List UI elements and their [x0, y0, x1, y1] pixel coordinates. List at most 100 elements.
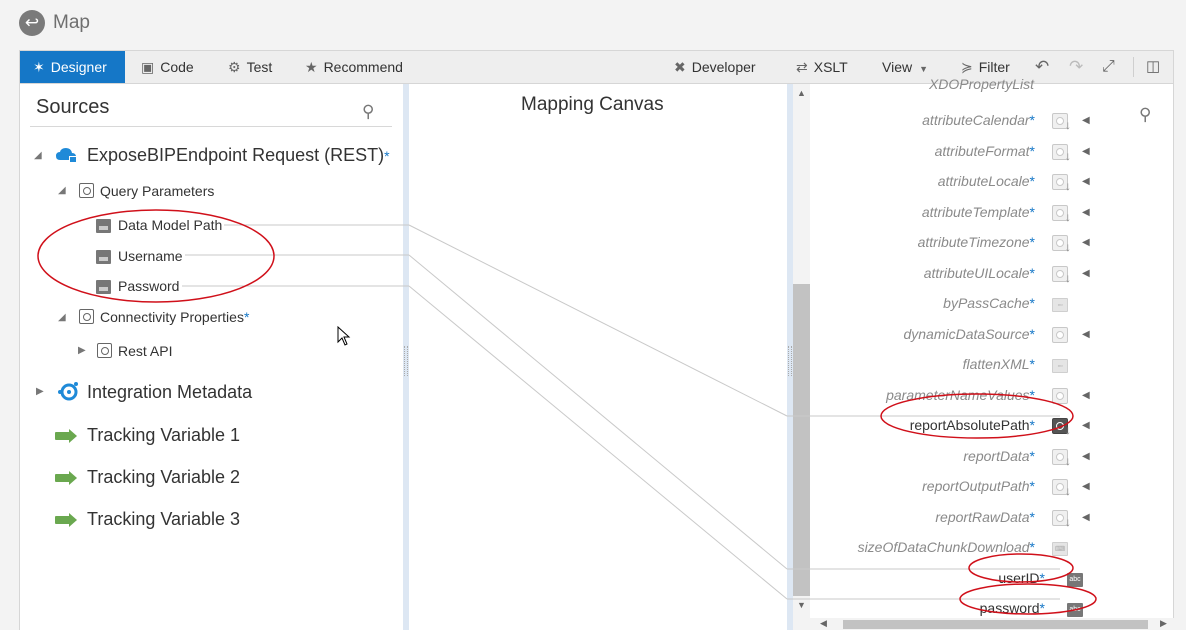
target-item-label: reportAbsolutePath — [909, 417, 1030, 433]
expand-triangle-icon[interactable]: ▶ — [36, 386, 44, 397]
canvas-title: Mapping Canvas — [521, 94, 664, 115]
required-marker: * — [1029, 448, 1035, 464]
target-item-text: dynamicDataSource* — [903, 326, 1035, 342]
connectivity-properties[interactable]: Connectivity Properties* — [100, 309, 249, 325]
required-marker: * — [1029, 295, 1035, 311]
target-item[interactable]: reportRawData* ↓ ◀ — [793, 509, 1174, 533]
string-type-icon: abc — [1067, 573, 1083, 587]
target-item[interactable]: sizeOfDataChunkDownload* ⌨ — [793, 539, 1174, 563]
source-password[interactable]: Password — [118, 278, 179, 294]
target-item-label: reportOutputPath — [922, 478, 1030, 494]
required-marker: * — [1029, 265, 1035, 281]
expand-left-icon[interactable]: ◀ — [1082, 207, 1090, 218]
xslt-icon: ⇄ — [796, 59, 808, 75]
expand-left-icon[interactable]: ◀ — [1082, 268, 1090, 279]
target-item[interactable]: password* abc — [793, 600, 1174, 624]
mapping-canvas[interactable]: Mapping Canvas — [409, 84, 787, 630]
target-item[interactable]: attributeTemplate* ↓ ◀ — [793, 204, 1174, 228]
developer-button[interactable]: ✖ Developer — [674, 51, 756, 83]
expand-triangle-icon[interactable]: ▶ — [78, 345, 86, 356]
divider — [30, 126, 392, 127]
expand-left-icon[interactable]: ◀ — [1082, 237, 1090, 248]
down-arrow-icon: ↓ — [1065, 179, 1071, 193]
tab-test[interactable]: ⚙ Test — [228, 51, 272, 83]
expand-left-icon[interactable]: ◀ — [1082, 451, 1090, 462]
required-marker: * — [384, 148, 390, 164]
expand-left-icon[interactable]: ◀ — [1082, 329, 1090, 340]
panel-toggle-icon[interactable]: ◫ — [1146, 51, 1160, 83]
down-arrow-icon: ↓ — [1065, 484, 1071, 498]
integration-metadata-icon — [56, 381, 80, 403]
target-panel: ▲ ▼ ◀ ▶ ⚲ XDOPropertyList attributeCalen… — [793, 76, 1174, 630]
expand-left-icon[interactable]: ◀ — [1082, 176, 1090, 187]
target-item[interactable]: flattenXML* ▫▫ — [793, 356, 1174, 380]
collapse-triangle-icon[interactable]: ◢ — [34, 150, 42, 161]
expand-icon[interactable]: ⤢ — [1102, 51, 1115, 83]
query-parameters[interactable]: Query Parameters — [100, 183, 214, 199]
tracking-variable-icon — [55, 513, 77, 527]
expand-left-icon[interactable]: ◀ — [1082, 146, 1090, 157]
chevron-down-icon: ▼ — [919, 64, 929, 74]
filter-label: Filter — [978, 59, 1010, 75]
down-arrow-icon: ↓ — [1065, 271, 1071, 285]
redo-icon[interactable]: ↷ — [1069, 51, 1083, 83]
target-item[interactable]: attributeUILocale* ↓ ◀ — [793, 265, 1174, 289]
target-item-text: attributeTimezone* — [918, 234, 1035, 250]
required-marker: * — [1029, 509, 1035, 525]
target-item[interactable]: reportAbsolutePath* ↓ ◀ — [793, 417, 1174, 441]
target-item-text: password* — [980, 600, 1045, 616]
xslt-button[interactable]: ⇄ XSLT — [796, 51, 848, 83]
target-item-text: reportData* — [963, 448, 1035, 464]
target-item[interactable]: byPassCache* ▫▫ — [793, 295, 1174, 319]
sources-panel: Sources ⚲ ◢ ExposeBIPEndpoint Request (R… — [19, 84, 403, 630]
source-username[interactable]: Username — [118, 248, 183, 264]
down-arrow-icon: ↓ — [1065, 454, 1071, 468]
expand-left-icon[interactable]: ◀ — [1082, 115, 1090, 126]
tab-designer-label: Designer — [50, 59, 107, 75]
required-marker: * — [1029, 326, 1035, 342]
source-tracking-variable-3[interactable]: Tracking Variable 3 — [87, 509, 240, 530]
expand-left-icon[interactable]: ◀ — [1082, 420, 1090, 431]
collapse-triangle-icon[interactable]: ◢ — [58, 185, 66, 196]
target-item[interactable]: dynamicDataSource* ◀ — [793, 326, 1174, 350]
target-item[interactable]: reportOutputPath* ↓ ◀ — [793, 478, 1174, 502]
target-item-text: reportRawData* — [935, 509, 1035, 525]
target-item[interactable]: parameterNameValues* ◀ — [793, 387, 1174, 411]
required-marker: * — [1029, 143, 1035, 159]
expand-left-icon[interactable]: ◀ — [1082, 512, 1090, 523]
down-arrow-icon: ↓ — [1065, 210, 1071, 224]
tab-recommend[interactable]: ★ Recommend — [305, 51, 403, 83]
collapse-triangle-icon[interactable]: ◢ — [58, 312, 66, 323]
search-icon[interactable]: ⚲ — [362, 102, 374, 122]
target-item[interactable]: userID* abc — [793, 570, 1174, 594]
scroll-up-icon[interactable]: ▲ — [797, 88, 806, 98]
tab-code[interactable]: ▣ Code — [141, 51, 194, 83]
source-rest-api[interactable]: Rest API — [118, 343, 172, 359]
source-tracking-variable-2[interactable]: Tracking Variable 2 — [87, 467, 240, 488]
target-item-text: reportAbsolutePath* — [910, 417, 1035, 433]
view-dropdown[interactable]: View ▼ — [882, 51, 934, 83]
source-integration-metadata[interactable]: Integration Metadata — [87, 382, 252, 403]
undo-icon[interactable]: ↶ — [1035, 51, 1049, 83]
back-arrow-icon[interactable]: ↩ — [19, 10, 45, 36]
target-item[interactable]: attributeTimezone* ↓ ◀ — [793, 234, 1174, 258]
target-item-text: byPassCache* — [943, 295, 1035, 311]
target-item[interactable]: attributeFormat* ↓ ◀ — [793, 143, 1174, 167]
target-item-label: attributeTemplate — [921, 204, 1030, 220]
target-item-text: reportOutputPath* — [922, 478, 1035, 494]
target-item-label: attributeUILocale — [923, 265, 1030, 281]
target-item[interactable]: attributeCalendar* ↓ ◀ — [793, 112, 1174, 136]
target-item[interactable]: attributeLocale* ↓ ◀ — [793, 173, 1174, 197]
expand-left-icon[interactable]: ◀ — [1082, 481, 1090, 492]
tab-designer[interactable]: ✶ Designer — [20, 51, 125, 83]
expand-left-icon[interactable]: ◀ — [1082, 390, 1090, 401]
target-item[interactable]: reportData* ↓ ◀ — [793, 448, 1174, 472]
wrench-icon: ✖ — [674, 59, 686, 75]
target-item-label: byPassCache — [943, 295, 1030, 311]
element-icon — [1052, 388, 1068, 404]
source-data-model-path[interactable]: Data Model Path — [118, 217, 222, 233]
required-marker: * — [1029, 478, 1035, 494]
source-tracking-variable-1[interactable]: Tracking Variable 1 — [87, 425, 240, 446]
tab-test-label: Test — [246, 59, 273, 75]
source-root[interactable]: ExposeBIPEndpoint Request (REST)* — [87, 145, 390, 166]
